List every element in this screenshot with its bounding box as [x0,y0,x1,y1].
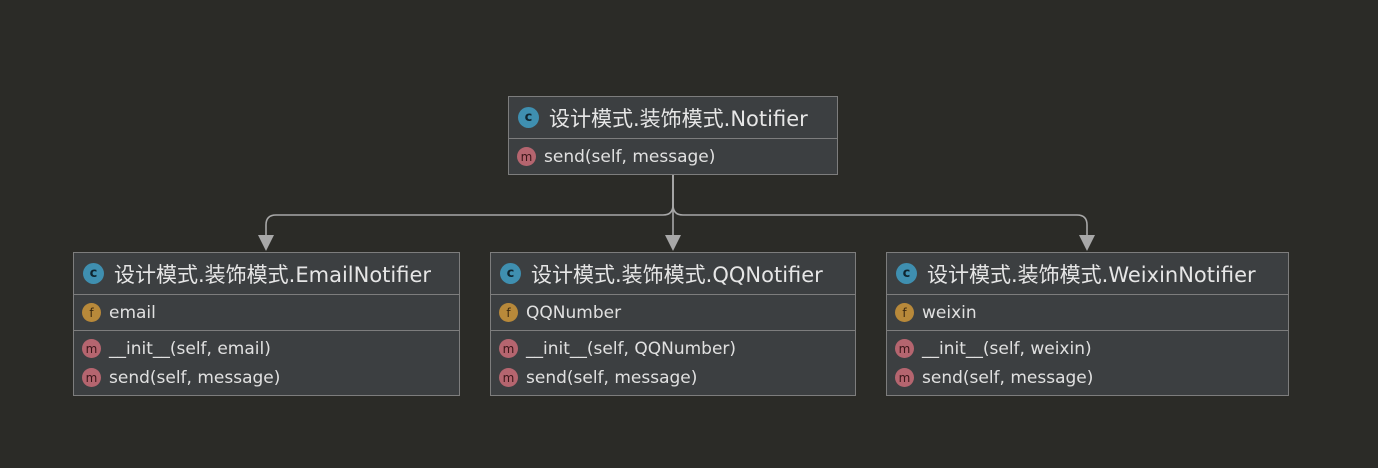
class-name: 设计模式.装饰模式.Notifier [549,106,808,131]
field-row[interactable]: f email [74,298,459,327]
fields-section: f QQNumber [491,295,855,331]
field-row[interactable]: f QQNumber [491,298,855,327]
uml-class-diagram: c 设计模式.装饰模式.Notifier m send(self, message) c… [0,0,1378,468]
method-row-text: send(self, message) [922,367,1094,388]
field-row-text: weixin [922,302,977,323]
class-node-notifier[interactable]: c 设计模式.装饰模式.Notifier m send(self, message) [508,96,838,175]
field-icon: f [82,303,101,322]
fields-section: f email [74,295,459,331]
class-node-email[interactable]: c 设计模式.装饰模式.EmailNotifier f email m __init__(… [73,252,460,396]
class-header: c 设计模式.装饰模式.QQNotifier [491,253,855,295]
field-row-text: email [109,302,156,323]
inheritance-edge-weixin [672,175,1088,236]
inheritance-edge-email [265,175,674,236]
class-node-weixin[interactable]: c 设计模式.装饰模式.WeixinNotifier f weixin m __init_… [886,252,1289,396]
class-icon: c [518,107,539,128]
method-row-text: __init__(self, QQNumber) [526,338,737,359]
fields-section: f weixin [887,295,1288,331]
inheritance-arrows [258,175,1095,251]
class-name: 设计模式.装饰模式.EmailNotifier [114,262,432,287]
method-row[interactable]: m send(self, message) [74,363,459,392]
field-icon: f [499,303,518,322]
class-node-qq[interactable]: c 设计模式.装饰模式.QQNotifier f QQNumber m __init__(… [490,252,856,396]
method-row-text: send(self, message) [544,146,716,167]
method-icon: m [499,368,518,387]
method-row[interactable]: m send(self, message) [887,363,1288,392]
method-row[interactable]: m __init__(self, email) [74,334,459,363]
method-icon: m [895,339,914,358]
class-icon: c [896,263,917,284]
methods-section: m send(self, message) [509,139,837,174]
class-header: c 设计模式.装饰模式.WeixinNotifier [887,253,1288,295]
field-icon: f [895,303,914,322]
class-name: 设计模式.装饰模式.QQNotifier [531,262,823,287]
method-row[interactable]: m __init__(self, weixin) [887,334,1288,363]
methods-section: m __init__(self, QQNumber) m send(self, mes… [491,331,855,395]
field-row-text: QQNumber [526,302,622,323]
class-name: 设计模式.装饰模式.WeixinNotifier [927,262,1256,287]
method-icon: m [499,339,518,358]
arrowhead-icon [258,235,274,251]
method-row[interactable]: m send(self, message) [509,142,837,171]
method-icon: m [517,147,536,166]
class-header: c 设计模式.装饰模式.Notifier [509,97,837,139]
arrowhead-icon [1079,235,1095,251]
method-row[interactable]: m send(self, message) [491,363,855,392]
class-icon: c [500,263,521,284]
method-row-text: send(self, message) [526,367,698,388]
method-row-text: __init__(self, email) [109,338,271,359]
method-icon: m [82,339,101,358]
class-header: c 设计模式.装饰模式.EmailNotifier [74,253,459,295]
method-row-text: send(self, message) [109,367,281,388]
field-row[interactable]: f weixin [887,298,1288,327]
method-icon: m [82,368,101,387]
methods-section: m __init__(self, weixin) m send(self, messa… [887,331,1288,395]
class-icon: c [83,263,104,284]
arrowhead-icon [665,235,681,251]
method-row-text: __init__(self, weixin) [922,338,1092,359]
method-row[interactable]: m __init__(self, QQNumber) [491,334,855,363]
methods-section: m __init__(self, email) m send(self, messag… [74,331,459,395]
method-icon: m [895,368,914,387]
